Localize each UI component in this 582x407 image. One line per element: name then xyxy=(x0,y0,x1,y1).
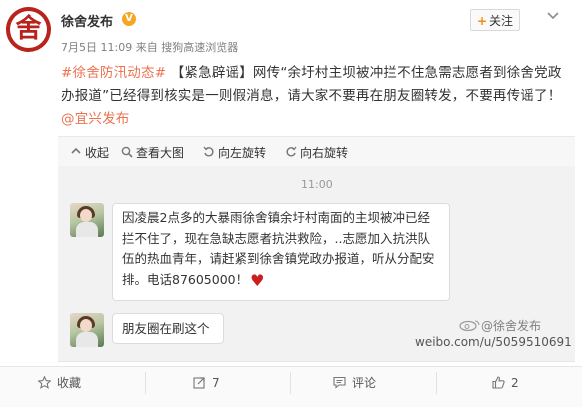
rotate-right-icon xyxy=(285,146,297,158)
chat-message-text: 朋友圈在刷这个 xyxy=(122,321,210,336)
post-text: #徐舍防汛动态# 【紧急辟谣】网传“余圩村主坝被冲拦不住急需志愿者到徐舍党政办报… xyxy=(61,62,573,131)
verified-badge-icon: V xyxy=(122,12,136,26)
chat-message-bubble: 朋友圈在刷这个 xyxy=(112,313,224,344)
chevron-down-icon[interactable] xyxy=(545,10,561,22)
footer-divider xyxy=(145,372,146,394)
view-large-button[interactable]: 查看大图 xyxy=(121,144,184,161)
author-avatar[interactable]: 舍 xyxy=(6,7,51,52)
magnifier-icon xyxy=(121,146,133,158)
topic-link[interactable]: #徐舍防汛动态# xyxy=(61,65,166,81)
chat-time: 11:00 xyxy=(301,178,333,191)
author-name[interactable]: 徐舍发布 xyxy=(61,11,113,30)
post-datetime[interactable]: 7月5日 11:09 xyxy=(61,41,132,54)
comment-label: 评论 xyxy=(352,376,377,390)
weibo-watermark-url: weibo.com/u/5059510691 xyxy=(415,335,572,349)
view-large-label: 查看大图 xyxy=(136,146,185,160)
rotate-right-label: 向右旋转 xyxy=(300,146,349,160)
thumbs-up-icon xyxy=(492,376,505,389)
chat-avatar xyxy=(70,313,104,347)
repost-button[interactable]: 7 xyxy=(193,374,220,392)
post-source[interactable]: 搜狗高速浏览器 xyxy=(161,41,238,54)
mention-link[interactable]: @宜兴发布 xyxy=(61,111,130,127)
star-icon xyxy=(37,375,52,389)
like-count: 2 xyxy=(511,376,519,390)
chat-message-bubble: 因凌晨2点多的大暴雨徐舍镇余圩村南面的主坝被冲已经拦不住了，现在急缺志愿者抗洪救… xyxy=(112,203,450,301)
repost-icon xyxy=(193,376,206,389)
repost-count: 7 xyxy=(212,376,220,390)
favorite-label: 收藏 xyxy=(57,376,82,390)
follow-label: 关注 xyxy=(489,14,514,28)
follow-button[interactable]: + 关注 xyxy=(470,9,520,31)
weibo-watermark-account: @徐舍发布 xyxy=(481,319,542,333)
chat-message-text: 因凌晨2点多的大暴雨徐舍镇余圩村南面的主坝被冲已经拦不住了，现在急缺志愿者抗洪救… xyxy=(122,210,435,287)
comment-button[interactable]: 评论 xyxy=(333,374,376,392)
heart-icon: ♥ xyxy=(250,270,265,290)
comment-icon xyxy=(333,376,346,389)
weibo-watermark: @徐舍发布 xyxy=(459,317,541,334)
plus-icon: + xyxy=(476,14,488,28)
collapse-label: 收起 xyxy=(85,146,110,160)
media-toolbar: 收起 查看大图 向左旋转 向右旋转 xyxy=(58,136,575,167)
collapse-icon xyxy=(70,146,82,158)
rotate-left-button[interactable]: 向左旋转 xyxy=(203,144,266,161)
rotate-left-label: 向左旋转 xyxy=(218,146,267,160)
footer-divider xyxy=(290,372,291,394)
rotate-right-button[interactable]: 向右旋转 xyxy=(285,144,348,161)
like-button[interactable]: 2 xyxy=(492,374,519,392)
avatar-logo-glyph: 舍 xyxy=(10,11,47,48)
weibo-logo-icon xyxy=(459,319,481,332)
collapse-button[interactable]: 收起 xyxy=(70,144,109,161)
source-prefix: 来自 xyxy=(135,41,158,54)
rotate-left-icon xyxy=(203,146,215,158)
post-meta: 7月5日 11:09 来自 搜狗高速浏览器 xyxy=(61,39,238,55)
chat-avatar xyxy=(70,203,104,237)
favorite-button[interactable]: 收藏 xyxy=(37,374,82,392)
footer-divider xyxy=(436,372,437,394)
